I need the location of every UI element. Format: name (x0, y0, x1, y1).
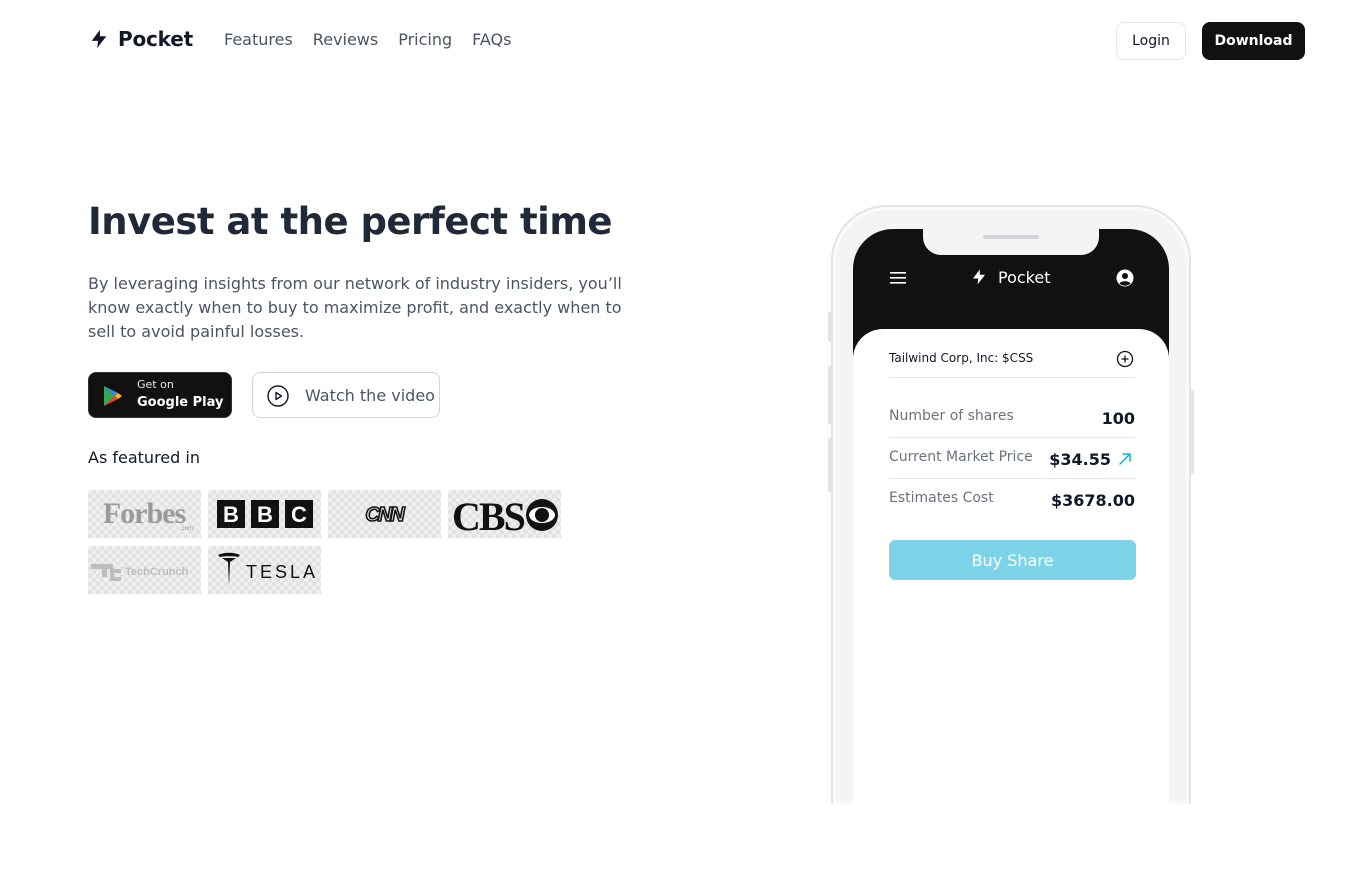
shares-label: Number of shares (889, 408, 1014, 424)
svg-text:TESLA: TESLA (246, 562, 318, 582)
estimated-cost-label: Estimates Cost (889, 490, 994, 506)
phone-screen: Pocket Tailwind Corp, Inc: $CSS Number o… (853, 229, 1169, 804)
buy-card: Tailwind Corp, Inc: $CSS Number of share… (853, 329, 1169, 804)
ticker-label: Tailwind Corp, Inc: $CSS (889, 351, 1034, 365)
phone-mockup: Pocket Tailwind Corp, Inc: $CSS Number o… (831, 205, 1191, 804)
logo-techcrunch: TechCrunch (88, 546, 201, 594)
techcrunch-logo: TechCrunch (91, 564, 189, 581)
market-price-value: $34.55 (1049, 450, 1111, 469)
hero-description: By leveraging insights from our network … (88, 274, 622, 341)
svg-text:TechCrunch: TechCrunch (125, 566, 189, 578)
svg-text:CBS: CBS (452, 494, 525, 538)
play-circle-icon (267, 385, 289, 407)
trend-up-icon (1119, 453, 1131, 465)
google-play-button[interactable]: Get on Google Play (88, 372, 232, 418)
add-circle-icon[interactable] (1116, 350, 1134, 368)
phone-speaker (983, 235, 1039, 239)
lightning-icon (973, 269, 985, 285)
nav-link-faqs[interactable]: FAQs (472, 30, 511, 49)
shares-value: 100 (1101, 409, 1135, 428)
svg-text:B: B (257, 502, 273, 527)
svg-text:B: B (223, 502, 239, 527)
svg-text:C: C (291, 502, 307, 527)
bbc-logo: B B C (217, 500, 313, 528)
hero-title: Invest at the perfect time (88, 200, 613, 243)
nav-link-features[interactable]: Features (224, 30, 293, 49)
logo-bbc: B B C (208, 490, 321, 538)
logo-cbs: CBS (448, 490, 561, 538)
google-play-icon (104, 386, 122, 406)
featured-title: As featured in (88, 448, 200, 467)
nav-link-pricing[interactable]: Pricing (398, 30, 452, 49)
forbes-logo: Forbes .com (103, 497, 193, 532)
phone-notch (923, 229, 1099, 255)
cnn-logo: CNN (365, 503, 408, 527)
download-button[interactable]: Download (1202, 22, 1305, 60)
brand-logo[interactable]: Pocket (88, 27, 193, 51)
app-header: Pocket (853, 263, 1169, 293)
buy-share-button[interactable]: Buy Share (889, 540, 1136, 580)
user-icon[interactable] (1116, 269, 1134, 287)
divider (889, 478, 1135, 479)
nav-links: Features Reviews Pricing FAQs (224, 30, 511, 49)
svg-text:Forbes: Forbes (103, 497, 186, 530)
divider (889, 377, 1135, 378)
app-name: Pocket (998, 267, 1051, 287)
login-button[interactable]: Login (1116, 22, 1186, 60)
app-brand: Pocket (970, 267, 1050, 287)
menu-icon[interactable] (889, 269, 909, 287)
nav-link-reviews[interactable]: Reviews (313, 30, 378, 49)
lightning-icon (91, 29, 107, 49)
tesla-logo: TESLA (218, 552, 318, 586)
divider (889, 437, 1135, 438)
cbs-logo: CBS (452, 494, 558, 538)
logo-cnn: CNN (328, 490, 441, 538)
google-play-big-label: Google Play (137, 395, 224, 410)
logo-tesla: TESLA (208, 546, 321, 594)
google-play-small-label: Get on (137, 378, 174, 391)
brand-name: Pocket (118, 27, 193, 51)
logo-forbes: Forbes .com (88, 490, 201, 538)
estimated-cost-value: $3678.00 (1050, 491, 1135, 510)
market-price-label: Current Market Price (889, 449, 1033, 465)
svg-text:.com: .com (180, 526, 193, 532)
top-nav: Pocket Features Reviews Pricing FAQs Log… (0, 0, 1360, 82)
watch-video-label: Watch the video (305, 386, 435, 405)
svg-text:CNN: CNN (365, 504, 405, 526)
watch-video-button[interactable]: Watch the video (252, 372, 440, 418)
